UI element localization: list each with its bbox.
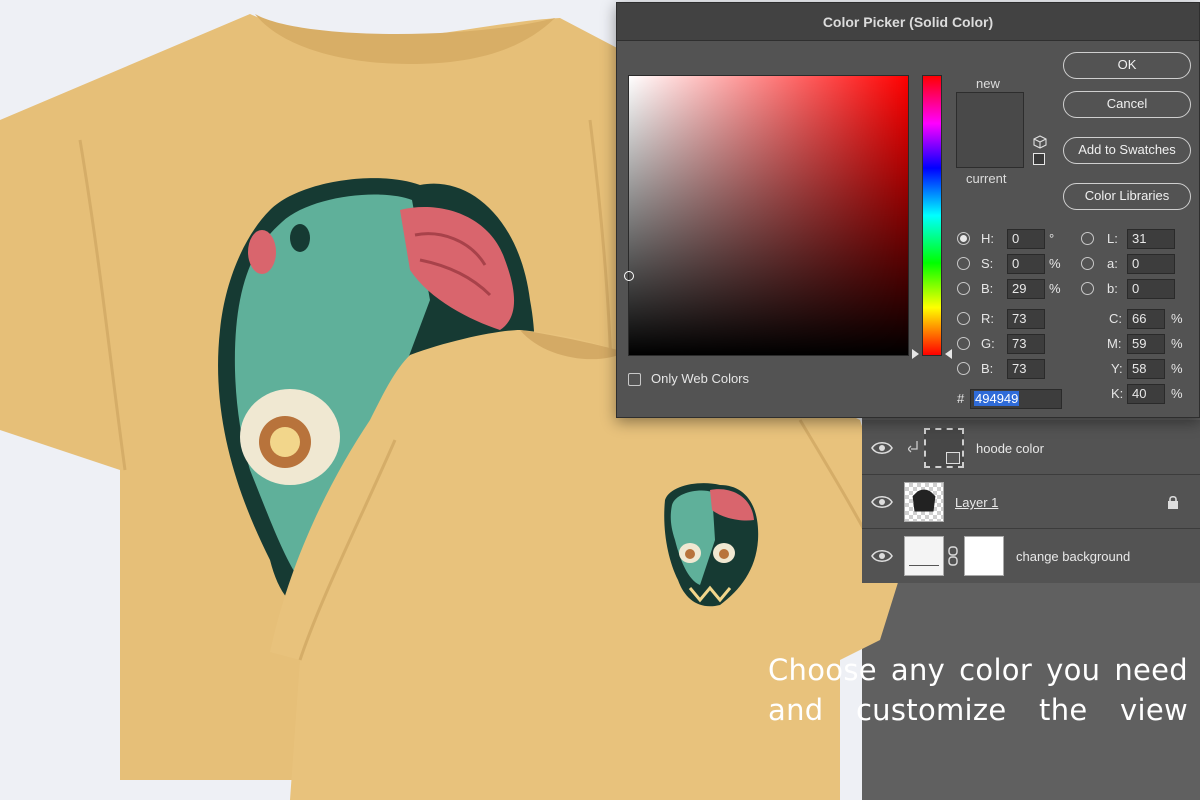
cyan-input[interactable]: 66	[1127, 309, 1165, 329]
saturation-brightness-field[interactable]	[624, 75, 909, 356]
magenta-input[interactable]: 59	[1127, 334, 1165, 354]
layer-thumbnail	[924, 428, 964, 468]
lock-icon	[1168, 495, 1178, 509]
layer-row-change-background[interactable]: change background	[862, 530, 1200, 583]
hue-slider-arrow-right[interactable]	[945, 349, 952, 359]
field-row-blue: B: 73	[957, 359, 1067, 379]
color-marker[interactable]	[624, 271, 634, 281]
field-label: b:	[1107, 281, 1118, 296]
radio-lab-b[interactable]	[1081, 282, 1094, 295]
field-label: C:	[1109, 311, 1122, 326]
color-picker-dialog: Color Picker (Solid Color) new current O…	[616, 2, 1200, 418]
field-row-y: Y: 58 %	[1107, 359, 1195, 379]
clip-arrow-icon	[908, 441, 918, 453]
layer-thumbnail	[904, 536, 944, 576]
only-web-colors-checkbox[interactable]	[628, 373, 641, 386]
field-row-m: M: 59 %	[1107, 334, 1195, 354]
field-label: a:	[1107, 256, 1118, 271]
hex-prefix-label: #	[957, 391, 965, 406]
field-row-r: R: 73	[957, 309, 1067, 329]
hue-slider-arrow-left[interactable]	[912, 349, 919, 359]
layer-row-hoode-color[interactable]: hoode color	[862, 422, 1200, 475]
promo-tagline: Choose any color you need and customize …	[768, 650, 1188, 730]
hex-color-input[interactable]: 494949	[970, 389, 1062, 409]
field-unit: %	[1171, 361, 1183, 376]
web-safe-color-icon[interactable]	[1033, 153, 1045, 165]
field-label: L:	[1107, 231, 1118, 246]
color-libraries-button[interactable]: Color Libraries	[1063, 183, 1191, 210]
field-row-c: C: 66 %	[1107, 309, 1195, 329]
field-label: B:	[981, 361, 994, 376]
field-row-g: G: 73	[957, 334, 1067, 354]
out-of-gamut-cube-icon[interactable]	[1033, 135, 1047, 149]
red-input[interactable]: 73	[1007, 309, 1045, 329]
layer-mask-thumbnail	[964, 536, 1004, 576]
radio-h[interactable]	[957, 232, 970, 245]
field-unit: %	[1171, 311, 1183, 326]
field-row-lab-b: b: 0	[1081, 279, 1191, 299]
current-color-label: current	[966, 171, 1007, 186]
b-channel-input[interactable]: 0	[1127, 279, 1175, 299]
dialog-title: Color Picker (Solid Color)	[617, 3, 1199, 41]
field-unit: %	[1049, 281, 1061, 296]
field-unit: %	[1171, 386, 1183, 401]
field-label: H:	[981, 231, 994, 246]
field-label: R:	[981, 311, 994, 326]
eye-icon[interactable]	[870, 544, 894, 568]
tagline-line-2: and customize the view	[768, 693, 1188, 727]
yellow-input[interactable]: 58	[1127, 359, 1165, 379]
radio-g[interactable]	[957, 337, 970, 350]
green-input[interactable]: 73	[1007, 334, 1045, 354]
field-row-l: L: 31	[1081, 229, 1191, 249]
link-icon[interactable]	[948, 546, 958, 566]
add-to-swatches-button[interactable]: Add to Swatches	[1063, 137, 1191, 164]
field-label: B:	[981, 281, 994, 296]
key-black-input[interactable]: 40	[1127, 384, 1165, 404]
layer-row-layer-1[interactable]: Layer 1	[862, 476, 1200, 529]
field-unit: %	[1171, 336, 1183, 351]
hue-slider[interactable]	[922, 75, 942, 356]
new-color-label: new	[976, 76, 1000, 91]
field-label: G:	[981, 336, 995, 351]
layer-thumbnail	[904, 482, 944, 522]
lightness-input[interactable]: 31	[1127, 229, 1175, 249]
saturation-input[interactable]: 0	[1007, 254, 1045, 274]
eye-icon[interactable]	[870, 436, 894, 460]
field-unit: °	[1049, 231, 1055, 246]
blue-input[interactable]: 73	[1007, 359, 1045, 379]
field-label: K:	[1111, 386, 1124, 401]
radio-blue[interactable]	[957, 362, 970, 375]
tagline-line-1: Choose any color you need	[768, 653, 1188, 687]
hue-input[interactable]: 0	[1007, 229, 1045, 249]
brightness-input[interactable]: 29	[1007, 279, 1045, 299]
color-preview-swatch[interactable]	[956, 92, 1024, 168]
field-row-s: S: 0 %	[957, 254, 1067, 274]
layer-name[interactable]: change background	[1016, 549, 1130, 564]
field-unit: %	[1049, 256, 1061, 271]
radio-l[interactable]	[1081, 232, 1094, 245]
layers-panel: hoode color Layer 1 change background	[862, 420, 1200, 583]
cancel-button[interactable]: Cancel	[1063, 91, 1191, 118]
only-web-colors-label[interactable]: Only Web Colors	[651, 371, 749, 386]
ok-button[interactable]: OK	[1063, 52, 1191, 79]
field-row-k: K: 40 %	[1107, 384, 1195, 404]
field-row-b: B: 29 %	[957, 279, 1067, 299]
radio-s[interactable]	[957, 257, 970, 270]
radio-a[interactable]	[1081, 257, 1094, 270]
field-label: Y:	[1111, 361, 1123, 376]
layer-name[interactable]: hoode color	[976, 441, 1044, 456]
field-label: S:	[981, 256, 994, 271]
hex-value-selected: 494949	[974, 391, 1020, 406]
radio-b[interactable]	[957, 282, 970, 295]
field-row-h: H: 0 °	[957, 229, 1067, 249]
layer-name[interactable]: Layer 1	[955, 495, 998, 510]
field-row-a: a: 0	[1081, 254, 1191, 274]
eye-icon[interactable]	[870, 490, 894, 514]
field-label: M:	[1107, 336, 1122, 351]
radio-r[interactable]	[957, 312, 970, 325]
a-channel-input[interactable]: 0	[1127, 254, 1175, 274]
